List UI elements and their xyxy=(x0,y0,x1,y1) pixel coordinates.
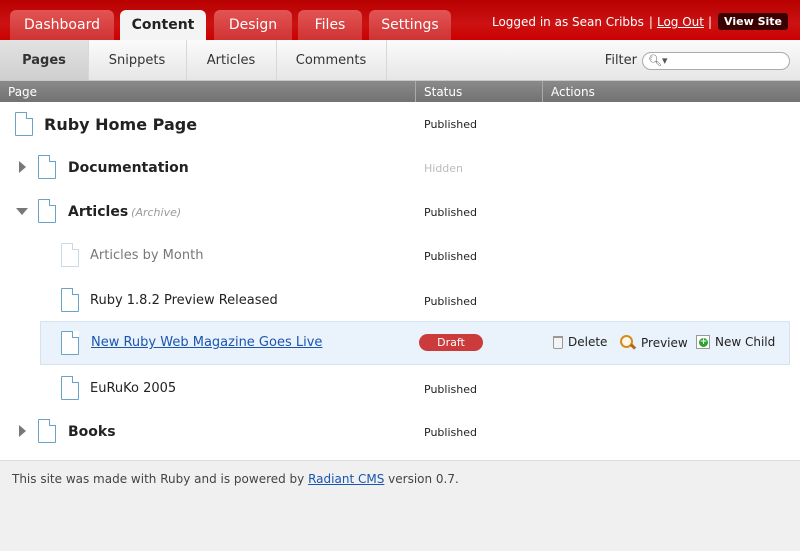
tab-files[interactable]: Files xyxy=(298,10,362,40)
table-row[interactable]: Documentation Hidden xyxy=(0,146,800,190)
page-name[interactable]: Articles (Archive) xyxy=(68,204,181,220)
page-icon xyxy=(15,112,33,136)
delete-label: Delete xyxy=(568,335,608,349)
preview-button[interactable]: Preview xyxy=(620,335,688,351)
separator: | xyxy=(648,14,653,29)
table-row-highlighted[interactable]: New Ruby Web Magazine Goes Live Draft De… xyxy=(40,321,790,365)
page-name[interactable]: Ruby 1.8.2 Preview Released xyxy=(90,293,278,308)
status-text: Hidden xyxy=(424,162,464,175)
page-type-note: (Archive) xyxy=(131,206,182,219)
subtab-pages[interactable]: Pages xyxy=(0,40,89,80)
top-nav-bar: Dashboard Content Design Files Settings … xyxy=(0,0,800,40)
logout-link[interactable]: Log Out xyxy=(657,15,704,29)
table-row[interactable]: Articles (Archive) Published xyxy=(0,190,800,234)
add-child-icon: + xyxy=(696,335,710,349)
status-text: Published xyxy=(424,383,477,396)
table-row[interactable]: Books Published xyxy=(0,410,800,454)
column-page[interactable]: Page xyxy=(0,81,415,102)
pages-table: Ruby Home Page Published Documentation H… xyxy=(0,102,800,460)
new-child-label: New Child xyxy=(715,335,776,349)
view-site-button[interactable]: View Site xyxy=(718,13,788,30)
page-icon xyxy=(38,155,56,179)
page-icon xyxy=(38,419,56,443)
expand-arrow-icon[interactable] xyxy=(19,425,26,437)
column-actions: Actions xyxy=(542,81,800,102)
logged-in-text: Logged in as Sean Cribbs xyxy=(491,14,644,29)
status-text: Published xyxy=(424,295,477,308)
magnifier-icon xyxy=(620,335,636,351)
new-child-button[interactable]: + New Child xyxy=(696,335,775,349)
page-name[interactable]: EuRuKo 2005 xyxy=(90,381,176,396)
draft-status-badge: Draft xyxy=(419,334,483,351)
collapse-arrow-icon[interactable] xyxy=(16,208,28,215)
page-name[interactable]: Ruby Home Page xyxy=(44,115,197,134)
status-text: Published xyxy=(424,250,477,263)
subtab-snippets[interactable]: Snippets xyxy=(88,40,187,80)
user-box: Logged in as Sean Cribbs | Log Out | Vie… xyxy=(492,13,788,30)
filter-label: Filter xyxy=(604,53,637,68)
subtab-articles[interactable]: Articles xyxy=(186,40,277,80)
page-icon xyxy=(61,376,79,400)
expand-arrow-icon[interactable] xyxy=(19,161,26,173)
page-icon xyxy=(38,199,56,223)
footer-text: This site was made with Ruby and is powe… xyxy=(12,472,459,486)
separator: | xyxy=(707,14,713,29)
tab-settings[interactable]: Settings xyxy=(369,10,451,40)
page-icon xyxy=(61,288,79,312)
sub-nav: Pages Snippets Articles Comments Filter … xyxy=(0,40,800,81)
page-name[interactable]: Documentation xyxy=(68,160,189,176)
page-name[interactable]: Articles by Month xyxy=(90,248,203,263)
page-icon xyxy=(61,331,79,355)
trash-icon xyxy=(553,335,563,349)
page-name-link[interactable]: New Ruby Web Magazine Goes Live xyxy=(91,335,322,350)
subtab-comments[interactable]: Comments xyxy=(276,40,387,80)
preview-label: Preview xyxy=(641,336,688,350)
footer: This site was made with Ruby and is powe… xyxy=(0,460,800,551)
radiant-cms-link[interactable]: Radiant CMS xyxy=(308,472,384,486)
status-text: Published xyxy=(424,426,477,439)
footer-prefix: This site was made with Ruby and is powe… xyxy=(12,472,305,486)
table-row[interactable]: Ruby Home Page Published xyxy=(0,102,800,146)
status-text: Published xyxy=(424,118,477,131)
table-header: Page Status Actions xyxy=(0,81,800,102)
column-status[interactable]: Status xyxy=(415,81,542,102)
filter-field[interactable]: 🔍︎▾ xyxy=(642,52,790,70)
footer-suffix: version 0.7. xyxy=(388,472,459,486)
page-name-text: Articles xyxy=(68,204,129,220)
tab-dashboard[interactable]: Dashboard xyxy=(10,10,114,40)
table-row[interactable]: EuRuKo 2005 Published xyxy=(0,366,800,410)
tab-design[interactable]: Design xyxy=(214,10,292,40)
delete-button[interactable]: Delete xyxy=(553,335,607,349)
tab-content[interactable]: Content xyxy=(120,10,206,40)
page-icon xyxy=(61,243,79,267)
filter-input[interactable] xyxy=(665,54,783,67)
table-row[interactable]: Ruby 1.8.2 Preview Released Published xyxy=(0,278,800,322)
page-name[interactable]: Books xyxy=(68,424,116,440)
table-row[interactable]: Articles by Month Published xyxy=(0,234,800,278)
status-text: Published xyxy=(424,206,477,219)
